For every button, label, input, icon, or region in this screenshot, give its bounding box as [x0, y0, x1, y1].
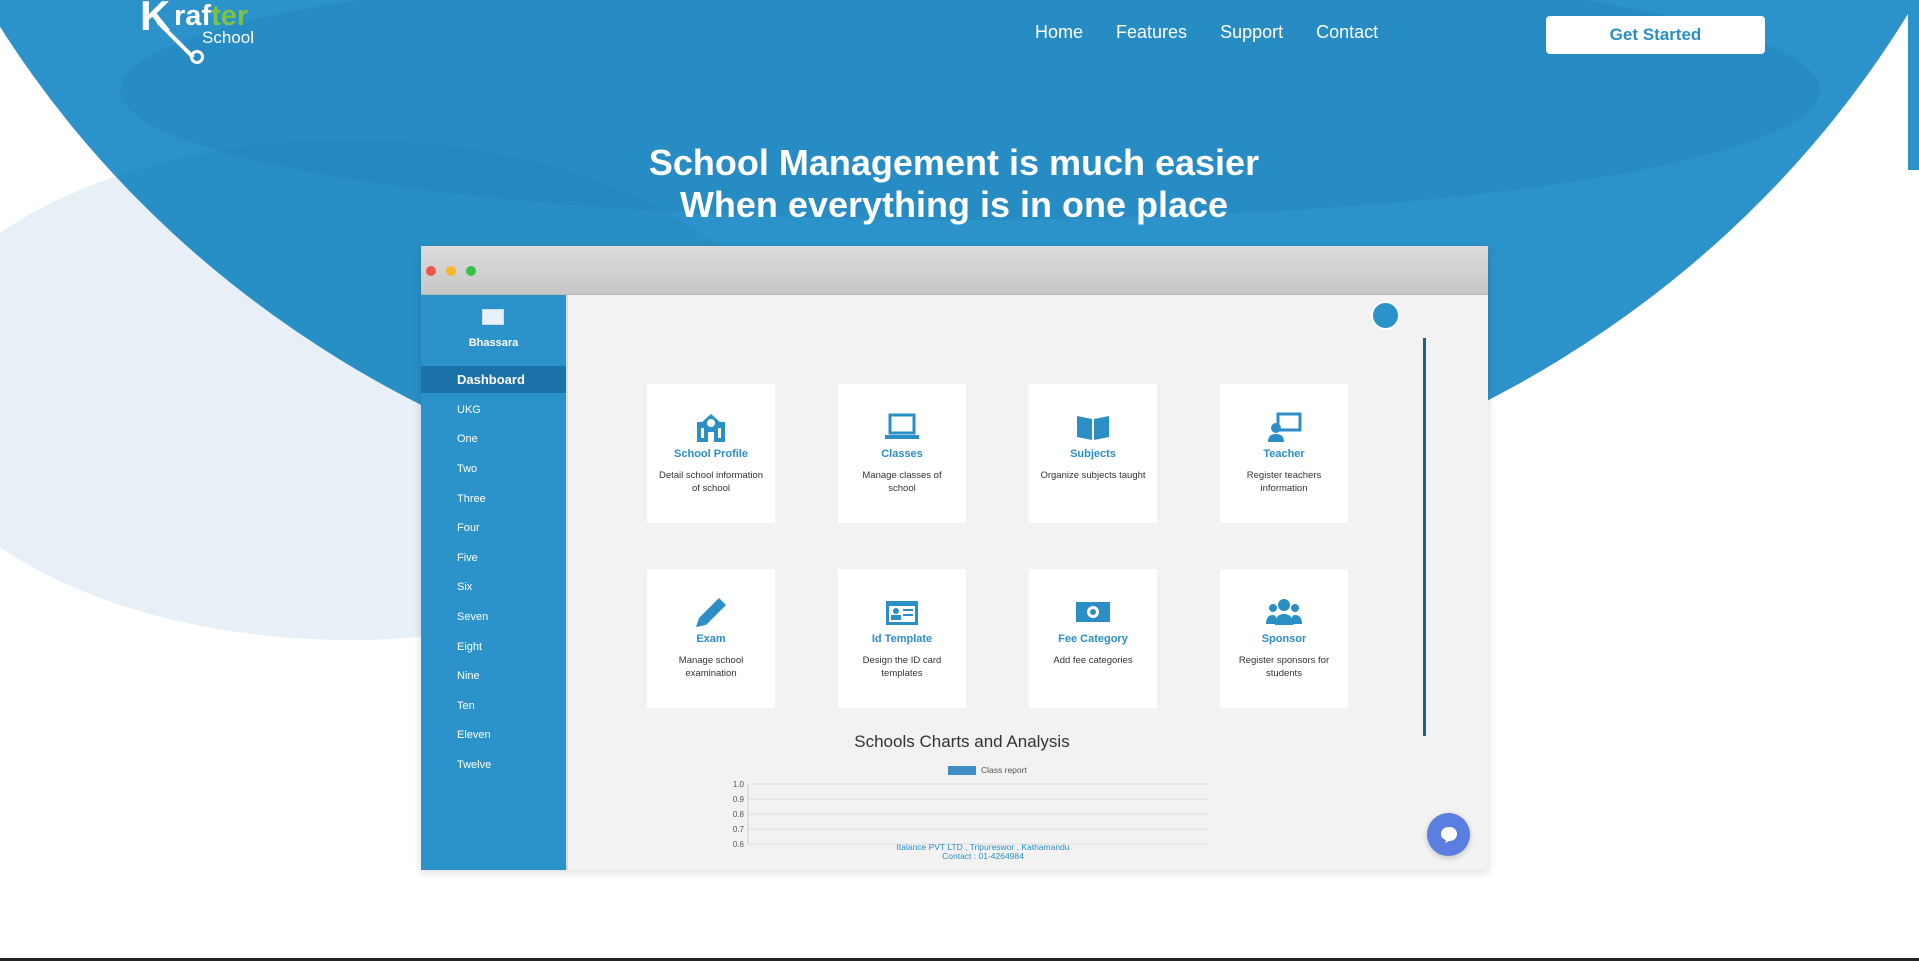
nav-home[interactable]: Home	[1035, 22, 1083, 43]
card-exam[interactable]: Exam Manage school examination	[647, 569, 775, 708]
card-teacher[interactable]: Teacher Register teachers information	[1220, 384, 1348, 523]
y-tick-label: 0.7	[733, 825, 745, 834]
close-dot-icon	[426, 266, 436, 276]
sidebar-item-ten[interactable]: Ten	[421, 691, 566, 721]
card-title: School Profile	[674, 448, 748, 460]
sidebar-item-one[interactable]: One	[421, 425, 566, 455]
card-description: Register sponsors for students	[1238, 655, 1330, 679]
minimize-dot-icon	[446, 266, 456, 276]
card-title: Sponsor	[1261, 633, 1307, 645]
pencil-icon	[696, 598, 726, 627]
sidebar-item-six[interactable]: Six	[421, 573, 566, 603]
school-icon	[697, 414, 725, 442]
card-subjects[interactable]: Subjects Organize subjects taught	[1029, 384, 1157, 523]
maximize-dot-icon	[466, 266, 476, 276]
sidebar-item-eleven[interactable]: Eleven	[421, 721, 566, 751]
money-icon	[1076, 602, 1110, 622]
main-nav: Home Features Support Contact	[1035, 22, 1411, 43]
hero-headline: School Management is much easier When ev…	[0, 142, 1908, 226]
teacher-icon	[1268, 412, 1302, 442]
card-description: Add fee categories	[1053, 655, 1133, 666]
legend-label: Class report	[981, 765, 1027, 775]
book-icon	[1077, 416, 1109, 440]
card-sponsor[interactable]: Sponsor Register sponsors for students	[1220, 569, 1348, 708]
logo-k: K	[140, 0, 171, 39]
sidebar-item-nine[interactable]: Nine	[421, 661, 566, 691]
card-title: Classes	[881, 448, 923, 460]
y-tick-label: 0.8	[733, 810, 745, 819]
school-logo-image	[482, 309, 504, 325]
card-description: Design the ID card templates	[862, 655, 942, 679]
card-school-profile[interactable]: School Profile Detail school information…	[647, 384, 775, 523]
sidebar-item-dashboard[interactable]: Dashboard	[421, 366, 566, 393]
window-titlebar	[421, 246, 1488, 295]
headline-line-2: When everything is in one place	[679, 184, 1229, 225]
nav-features[interactable]: Features	[1116, 22, 1187, 43]
card-title: Fee Category	[1058, 633, 1128, 645]
y-tick-label: 1.0	[733, 780, 745, 789]
sidebar-item-eight[interactable]: Eight	[421, 632, 566, 662]
card-title: Id Template	[871, 633, 933, 645]
card-title: Teacher	[1263, 448, 1305, 460]
app-preview-window: Bhassara Dashboard UKG One Two Three Fou…	[421, 246, 1488, 870]
card-description: Detail school information of school	[658, 470, 764, 494]
get-started-button[interactable]: Get Started	[1546, 16, 1765, 54]
sidebar-item-three[interactable]: Three	[421, 484, 566, 514]
landing-page: K rafter School Home Features Support Co…	[0, 0, 1919, 961]
sidebar-menu: Dashboard UKG One Two Three Four Five Si…	[421, 366, 566, 780]
footer-info: Italance PVT LTD , Tripureswor , Kathama…	[818, 843, 1148, 861]
sidebar-item-two[interactable]: Two	[421, 454, 566, 484]
card-description: Register teachers information	[1246, 470, 1322, 494]
dashboard-main: School Profile Detail school information…	[566, 295, 1488, 870]
chat-bubble-icon	[1440, 826, 1457, 843]
page-scrollbar[interactable]	[1908, 0, 1919, 170]
card-title: Exam	[696, 633, 726, 645]
chat-button[interactable]	[1427, 813, 1470, 856]
logo-school: School	[202, 28, 254, 47]
nav-support[interactable]: Support	[1220, 22, 1283, 43]
school-name: Bhassara	[468, 337, 519, 349]
avatar[interactable]	[1371, 301, 1400, 330]
id-card-icon	[886, 601, 918, 625]
nav-contact[interactable]: Contact	[1316, 22, 1378, 43]
users-icon	[1266, 599, 1302, 625]
class-report-chart: 1.0 0.9 0.8 0.7 0.6	[733, 780, 1208, 849]
sidebar-item-four[interactable]: Four	[421, 513, 566, 543]
charts-title: Schools Charts and Analysis	[854, 732, 1070, 751]
logo-ring	[190, 50, 204, 64]
card-title: Subjects	[1070, 448, 1116, 460]
sidebar-item-five[interactable]: Five	[421, 543, 566, 573]
sidebar-item-seven[interactable]: Seven	[421, 602, 566, 632]
headline-line-1: School Management is much easier	[648, 142, 1260, 183]
card-description: Manage classes of school	[862, 470, 942, 494]
legend-swatch	[948, 765, 976, 775]
y-tick-label: 0.6	[733, 840, 745, 849]
sidebar-item-twelve[interactable]: Twelve	[421, 750, 566, 780]
laptop-icon	[885, 413, 919, 439]
card-description: Manage school examination	[678, 655, 744, 679]
chart-legend[interactable]: Class report	[948, 765, 1027, 775]
app-sidebar: Bhassara Dashboard UKG One Two Three Fou…	[421, 295, 566, 870]
scroll-bar[interactable]	[1423, 338, 1426, 736]
card-id-template[interactable]: Id Template Design the ID card templates	[838, 569, 966, 708]
company-contact: Contact : 01-4264984	[942, 851, 1024, 861]
sidebar-item-ukg[interactable]: UKG	[421, 395, 566, 425]
y-tick-label: 0.9	[733, 795, 745, 804]
card-classes[interactable]: Classes Manage classes of school	[838, 384, 966, 523]
krafter-logo[interactable]: K rafter School	[140, 0, 270, 70]
card-description: Organize subjects taught	[1040, 470, 1146, 481]
card-fee-category[interactable]: Fee Category Add fee categories	[1029, 569, 1157, 708]
